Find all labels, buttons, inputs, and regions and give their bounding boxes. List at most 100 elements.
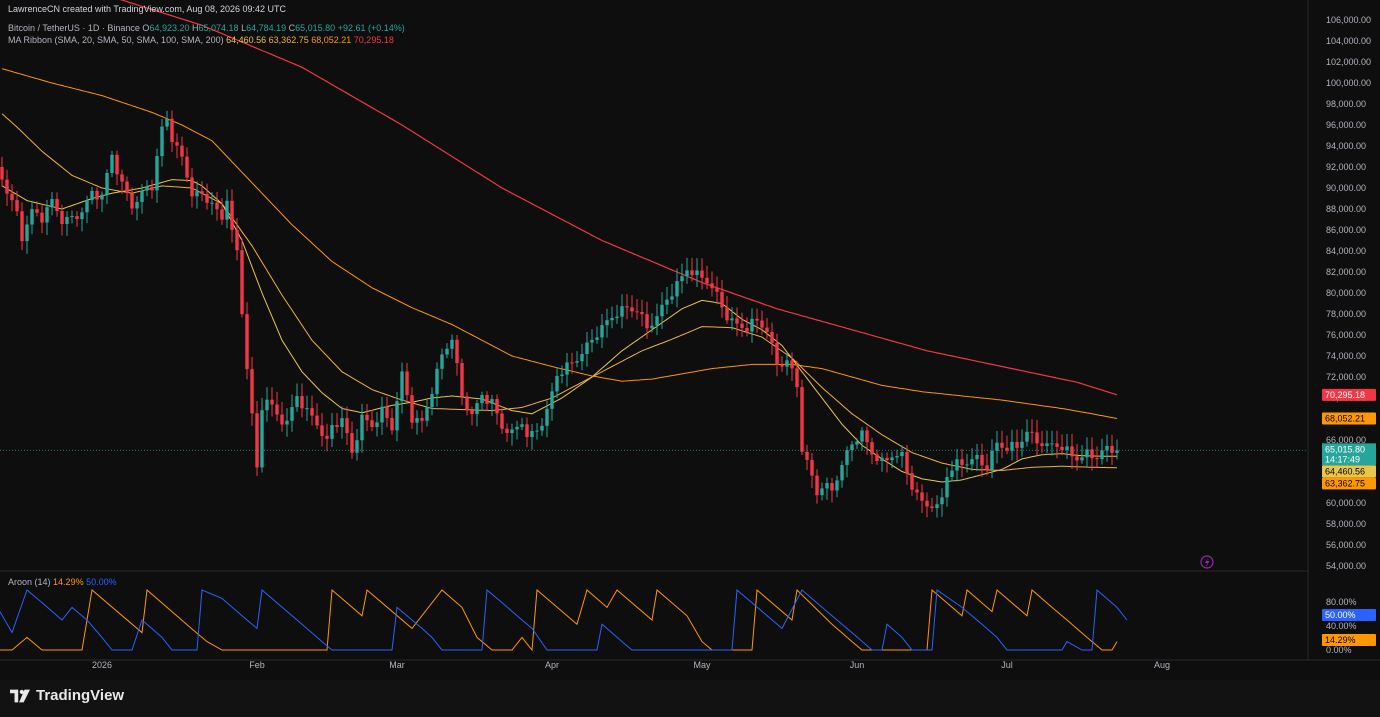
candle-body <box>200 191 204 194</box>
candle-body <box>40 212 44 223</box>
ma-line-1 <box>1 179 1117 483</box>
price-axis: 106,000.00 104,000.00 102,000.00 100,000.00… <box>1326 15 1371 655</box>
badge-aroon-up-text: 14.29% <box>1325 635 1356 645</box>
candle-body <box>135 201 139 209</box>
candle-body <box>345 418 349 434</box>
candle-body <box>430 394 434 408</box>
candle-body <box>835 480 839 491</box>
aroon-legend[interactable]: Aroon (14) 14.29% 50.00% <box>8 577 117 587</box>
chart-canvas[interactable]: 106,000.00 104,000.00 102,000.00 100,000.00… <box>0 0 1380 680</box>
candle-body <box>990 450 994 470</box>
price-tick-label: 100,000.00 <box>1326 78 1371 88</box>
candle-body <box>505 428 509 434</box>
candle-body <box>305 408 309 410</box>
candle-body <box>610 318 614 321</box>
candle-body <box>550 391 554 409</box>
candle-body <box>410 395 414 423</box>
time-tick-label: Jul <box>1001 660 1013 670</box>
candle-body <box>970 459 974 465</box>
candle-body <box>220 209 224 220</box>
candle-body <box>640 311 644 315</box>
candle-body <box>890 457 894 461</box>
ma-ribbon-legend[interactable]: MA Ribbon (SMA, 20, SMA, 50, SMA, 100, S… <box>8 35 394 45</box>
badge-ma50: 63,362.75 <box>1322 477 1376 490</box>
price-tick-label: 60,000.00 <box>1326 498 1366 508</box>
candle-body <box>585 342 589 355</box>
aroon-tick-label: 80.00% <box>1326 597 1357 607</box>
candle-body <box>620 306 624 317</box>
price-tick-label: 88,000.00 <box>1326 204 1366 214</box>
candle-body <box>785 360 789 367</box>
candle-body <box>700 270 704 278</box>
candle-body <box>825 483 829 489</box>
candle-body <box>270 399 274 405</box>
grid-layer <box>0 0 1380 661</box>
candle-body <box>655 316 659 326</box>
badge-countdown-text: 14:17:49 <box>1325 454 1360 464</box>
candle-body <box>570 362 574 364</box>
candle-body <box>895 456 899 458</box>
candle-body <box>510 429 514 434</box>
candle-body <box>340 418 344 427</box>
price-tick-label: 92,000.00 <box>1326 162 1366 172</box>
candle-body <box>645 314 649 329</box>
candle-body <box>775 342 779 365</box>
candle-body <box>95 190 99 200</box>
candle-body <box>240 250 244 315</box>
candle-body <box>390 417 394 431</box>
price-tick-label: 86,000.00 <box>1326 225 1366 235</box>
candle-body <box>125 181 129 194</box>
candle-body <box>515 426 519 430</box>
time-tick-label: Feb <box>249 660 265 670</box>
close-value: 65,015.80 <box>295 23 336 33</box>
candle-body <box>310 408 314 416</box>
tradingview-logo[interactable]: TradingView <box>10 687 124 704</box>
badge-ma200: 70,295.18 <box>1322 388 1376 401</box>
candle-body <box>1040 443 1044 446</box>
price-tick-label: 94,000.00 <box>1326 141 1366 151</box>
candle-body <box>810 459 814 476</box>
candle-body <box>485 395 489 404</box>
candle-body <box>235 229 239 251</box>
candle-body <box>855 441 859 445</box>
candle-body <box>290 407 294 421</box>
candle-body <box>1000 442 1004 448</box>
candle-body <box>400 371 404 402</box>
badge-ma50-text: 63,362.75 <box>1325 478 1365 488</box>
candle-body <box>130 193 134 209</box>
ma-ribbon-title: MA Ribbon (SMA, 20, SMA, 50, SMA, 100, S… <box>8 35 224 45</box>
candle-body <box>330 425 334 439</box>
candle-body <box>1105 445 1109 451</box>
candle-body <box>830 483 834 491</box>
candle-body <box>15 200 19 212</box>
candle-body <box>315 415 319 426</box>
candle-body <box>440 354 444 369</box>
candle-body <box>355 440 359 453</box>
symbol-legend[interactable]: Bitcoin / TetherUS · 1D · Binance O64,92… <box>8 23 405 33</box>
price-tick-label: 72,000.00 <box>1326 372 1366 382</box>
candle-body <box>285 420 289 425</box>
chart-credit: LawrenceCN created with TradingView.com,… <box>8 4 286 14</box>
candle-body <box>1055 443 1059 447</box>
candle-body <box>750 318 754 332</box>
candle-body <box>295 396 299 408</box>
candle-body <box>905 451 909 474</box>
candle-body <box>860 430 864 442</box>
price-tick-label: 102,000.00 <box>1326 57 1371 67</box>
badge-ma20-text: 64,460.56 <box>1325 466 1365 476</box>
candle-body <box>675 281 679 297</box>
candle-body <box>805 451 809 460</box>
badge-ma100: 68,052.21 <box>1322 412 1376 425</box>
candle-body <box>115 154 119 175</box>
candle-body <box>765 327 769 332</box>
candle-body <box>560 374 564 376</box>
candle-body <box>1015 441 1019 448</box>
candle-body <box>405 371 409 396</box>
candle-body <box>350 433 354 453</box>
candle-body <box>930 506 934 509</box>
candle-body <box>320 425 324 436</box>
ma-line-2 <box>1 113 1117 471</box>
candle-body <box>450 339 454 349</box>
badge-aroon-down-text: 50.00% <box>1325 610 1356 620</box>
price-tick-label: 90,000.00 <box>1326 183 1366 193</box>
